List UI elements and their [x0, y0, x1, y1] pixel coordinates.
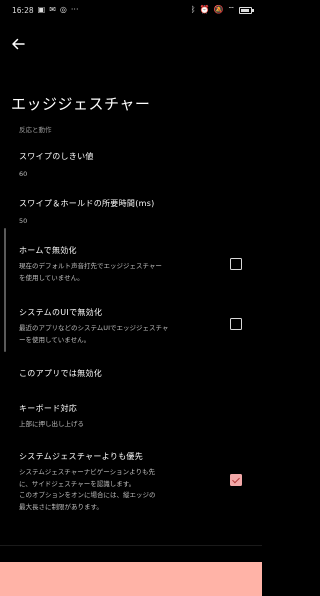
setting-swipe-hold-duration[interactable]: スワイプ＆ホールドの所要時間(ms) 50 — [19, 198, 219, 227]
section-header: 反応と動作 — [19, 126, 52, 134]
setting-title: このアプリでは無効化 — [19, 369, 102, 378]
setting-description-line: 現在のデフォルト声音打先でエッジジェスチャー — [19, 262, 162, 270]
mute-icon: 🔕 — [213, 5, 224, 14]
wifi-icon: ⌔ — [227, 5, 235, 14]
notification-icon: ▣ — [37, 5, 46, 14]
setting-disable-this-app[interactable]: このアプリでは無効化 — [19, 368, 219, 379]
setting-description-line: に、サイドジェスチャーを認識します。 — [19, 479, 136, 488]
setting-description-line: 最大長さに制限があります。 — [19, 502, 103, 511]
setting-title: スワイプ＆ホールドの所要時間(ms) — [19, 199, 155, 208]
prefer-over-system-checkbox[interactable] — [230, 474, 242, 486]
status-bar: 16:28 ▣ ✉ ◎ ··· ᛒ ⏰ 🔕 ⌔ — [0, 0, 262, 20]
battery-level — [241, 8, 249, 12]
bluetooth-icon: ᛒ — [190, 5, 196, 14]
messenger-icon: ◎ — [59, 5, 67, 14]
setting-description-line: 最近のアプリなどのシステムUIでエッジジェスチャ — [19, 324, 169, 332]
arrow-left-icon — [12, 38, 25, 50]
setting-value: 60 — [19, 170, 28, 178]
disable-home-checkbox[interactable] — [230, 258, 242, 270]
status-time: 16:28 — [12, 5, 34, 15]
status-right: ᛒ ⏰ 🔕 ⌔ — [190, 5, 254, 14]
setting-value: 50 — [19, 217, 28, 225]
setting-description-line: システムジェスチャーナビゲーションよりも先 — [19, 468, 155, 476]
setting-disable-home[interactable]: ホームで無効化 現在のデフォルト声音打先でエッジジェスチャー を使用していません… — [19, 245, 219, 284]
back-button[interactable] — [8, 34, 28, 54]
setting-disable-system-ui[interactable]: システムのUIで無効化 最近のアプリなどのシステムUIでエッジジェスチャ ーを使… — [19, 307, 219, 346]
mail-icon: ✉ — [49, 5, 56, 14]
setting-title: キーボード対応 — [19, 404, 78, 413]
setting-description: 最近のアプリなどのシステムUIでエッジジェスチャ ーを使用していません。 — [19, 323, 219, 346]
divider — [0, 545, 262, 546]
setting-description: 上部に押し出し上げる — [19, 420, 84, 428]
setting-keyboard[interactable]: キーボード対応 上部に押し出し上げる — [19, 403, 219, 431]
setting-description: システムジェスチャーナビゲーションよりも先 に、サイドジェスチャーを認識します。… — [19, 467, 219, 513]
setting-title: システムのUIで無効化 — [19, 308, 103, 317]
setting-prefer-over-system[interactable]: システムジェスチャーよりも優先 システムジェスチャーナビゲーションよりも先 に、… — [19, 451, 219, 513]
setting-description-line: を使用していません。 — [19, 273, 84, 282]
setting-title: スワイプのしきい値 — [19, 152, 94, 161]
bottom-banner — [0, 562, 262, 596]
scrollbar[interactable] — [4, 228, 6, 352]
setting-title: ホームで無効化 — [19, 246, 77, 255]
setting-title: システムジェスチャーよりも優先 — [19, 452, 144, 461]
alarm-icon: ⏰ — [199, 5, 210, 14]
setting-swipe-threshold[interactable]: スワイプのしきい値 60 — [19, 151, 219, 180]
status-left: 16:28 ▣ ✉ ◎ ··· — [12, 6, 79, 15]
battery-icon — [239, 6, 254, 14]
setting-description: 現在のデフォルト声音打先でエッジジェスチャー を使用していません。 — [19, 261, 219, 284]
page-title: エッジジェスチャー — [11, 95, 151, 113]
disable-system-ui-checkbox[interactable] — [230, 318, 242, 330]
setting-description-line: ーを使用していません。 — [19, 335, 91, 344]
setting-description-line: このオプションをオンに場合には、縦エッジの — [19, 491, 156, 499]
more-icon: ··· — [70, 5, 79, 14]
